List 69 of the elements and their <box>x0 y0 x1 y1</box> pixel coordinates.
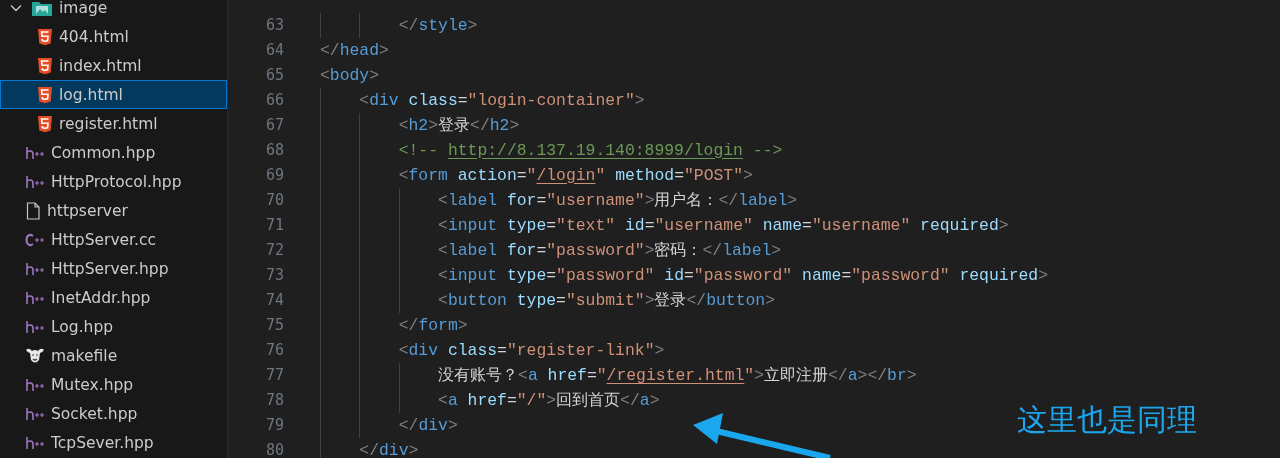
line-number: 65 <box>264 66 284 84</box>
code-line: </form> <box>397 315 468 335</box>
code-line: <div class="register-link"> <box>397 340 665 360</box>
line-number: 63 <box>264 16 284 34</box>
line-number: 69 <box>264 166 284 184</box>
code-line: </div> <box>397 415 458 435</box>
code-line: <label for="username">用户名：</label> <box>437 190 798 211</box>
line-number: 77 <box>264 366 284 384</box>
code-line: <input type="text" id="username" name="username" required> <box>437 215 1009 235</box>
line-number: 73 <box>264 266 284 284</box>
cpp-file-icon <box>25 232 45 247</box>
line-number: 66 <box>264 91 284 109</box>
file-tree-item[interactable]: HttpProtocol.hpp <box>0 167 227 196</box>
line-number: 67 <box>264 116 284 134</box>
code-line: <div class="login-container"> <box>358 90 645 110</box>
header-file-icon <box>25 406 45 421</box>
file-tree-item[interactable]: TcpSever.hpp <box>0 428 227 457</box>
code-line: <body> <box>320 65 380 85</box>
header-file-icon <box>25 435 45 450</box>
file-tree-item[interactable]: index.html <box>0 51 227 80</box>
header-file-icon <box>25 377 45 392</box>
file-tree-item[interactable]: Socket.hpp <box>0 399 227 428</box>
line-number: 79 <box>264 416 284 434</box>
line-number: 76 <box>264 341 284 359</box>
line-number: 71 <box>264 216 284 234</box>
file-tree-item[interactable]: InetAddr.hpp <box>0 283 227 312</box>
code-line: 没有账号？<a href="/register.html">立即注册</a></br> <box>437 365 917 386</box>
html-file-icon <box>37 114 53 133</box>
line-number: 64 <box>264 41 284 59</box>
header-file-icon <box>25 319 45 334</box>
code-line: </head> <box>320 40 389 60</box>
line-number: 80 <box>264 441 284 458</box>
file-tree-item[interactable]: Log.hpp <box>0 312 227 341</box>
file-tree-item[interactable]: HttpServer.cc <box>0 225 227 254</box>
html-file-icon <box>37 85 53 104</box>
file-tree-item[interactable]: register.html <box>0 109 227 138</box>
line-number: 70 <box>264 191 284 209</box>
header-file-icon <box>25 290 45 305</box>
header-file-icon <box>25 174 45 189</box>
line-number: 75 <box>264 316 284 334</box>
code-line: <form action="/login" method="POST"> <box>397 165 753 185</box>
html-file-icon <box>37 27 53 46</box>
file-tree-item[interactable]: Common.hpp <box>0 138 227 167</box>
header-file-icon <box>25 145 45 160</box>
file-tree-item[interactable]: 404.html <box>0 22 227 51</box>
code-line: </div> <box>358 440 419 458</box>
code-line: <h2>登录</h2> <box>397 115 520 136</box>
html-file-icon <box>37 56 53 75</box>
code-line: <label for="password">密码：</label> <box>437 240 782 261</box>
file-tree-item[interactable]: image <box>0 0 227 22</box>
code-line: </style> <box>397 15 478 35</box>
animal-head-icon <box>25 346 45 365</box>
file-tree-item[interactable]: HttpServer.hpp <box>0 254 227 283</box>
file-tree-item[interactable]: log.html <box>0 80 227 109</box>
line-number: 72 <box>264 241 284 259</box>
line-number: 68 <box>264 141 284 159</box>
file-icon <box>25 201 41 220</box>
code-line: <!-- http://8.137.19.140:8999/login --> <box>397 140 783 160</box>
code-line: <a href="/">回到首页</a> <box>437 390 660 411</box>
code-line: <button type="submit">登录</button> <box>437 290 776 311</box>
file-tree-item[interactable]: Mutex.hpp <box>0 370 227 399</box>
file-tree-item[interactable]: httpserver <box>0 196 227 225</box>
image-folder-icon <box>31 0 53 17</box>
file-tree-item[interactable]: makefile <box>0 341 227 370</box>
header-file-icon <box>25 261 45 276</box>
annotation-text: 这里也是同理 <box>1017 401 1197 439</box>
line-number: 78 <box>264 391 284 409</box>
code-line: <input type="password" id="password" name="password" required> <box>437 265 1048 285</box>
line-number: 74 <box>264 291 284 309</box>
